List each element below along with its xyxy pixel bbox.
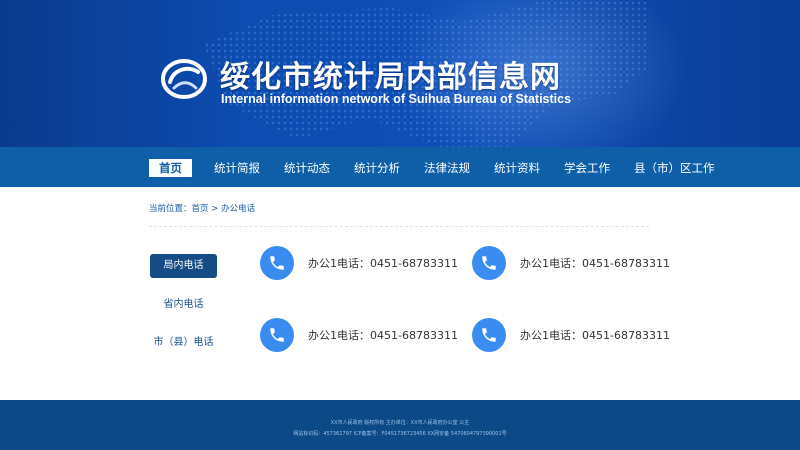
phone-icon: [472, 246, 506, 280]
nav-item-county[interactable]: 县（市）区工作: [634, 159, 715, 177]
breadcrumb: 当前位置：首页 > 办公电话: [149, 202, 255, 214]
breadcrumb-prefix: 当前位置：: [149, 204, 192, 214]
nav-item-analysis[interactable]: 统计分析: [354, 159, 400, 177]
phone-entry: 办公1电话：0451-68783311: [260, 246, 458, 280]
logo-icon: [161, 59, 207, 99]
nav-item-data[interactable]: 统计资料: [494, 159, 540, 177]
footer-registration: 网站标识码：457361797 ICP备案号：F0451736723456 XX…: [293, 431, 507, 437]
phone-label: 办公1电话：0451-68783311: [308, 329, 458, 342]
breadcrumb-home-link[interactable]: 首页: [192, 204, 209, 214]
main-nav: 首页 统计简报 统计动态 统计分析 法律法规 统计资料 学会工作 县（市）区工作: [0, 147, 800, 187]
breadcrumb-divider: [149, 226, 649, 227]
phone-icon: [260, 246, 294, 280]
site-subtitle: Internal information network of Suihua B…: [221, 92, 572, 106]
sidebar-item-province-phone[interactable]: 省内电话: [150, 293, 217, 317]
breadcrumb-current: 办公电话: [221, 204, 256, 214]
nav-item-law[interactable]: 法律法规: [424, 159, 470, 177]
phone-label: 办公1电话：0451-68783311: [308, 257, 458, 270]
phone-label: 办公1电话：0451-68783311: [520, 329, 670, 342]
phone-entry: 办公1电话：0451-68783311: [472, 318, 670, 352]
nav-item-society[interactable]: 学会工作: [564, 159, 610, 177]
header-banner: 绥化市统计局内部信息网 Internal information network…: [0, 0, 800, 147]
nav-item-brief[interactable]: 统计简报: [214, 159, 260, 177]
breadcrumb-separator: >: [208, 204, 222, 214]
phone-icon: [260, 318, 294, 352]
footer: XX市人民政府 版权所有 主办单位：XX市人民政府办公室 公主 网站标识码：45…: [0, 400, 800, 450]
sidebar-item-local-phone[interactable]: 局内电话: [150, 254, 217, 278]
site-title: 绥化市统计局内部信息网: [220, 60, 561, 95]
sidebar-item-city-phone[interactable]: 市（县）电话: [150, 331, 217, 355]
phone-icon: [472, 318, 506, 352]
nav-item-home[interactable]: 首页: [149, 159, 192, 177]
phone-entry: 办公1电话：0451-68783311: [472, 246, 670, 280]
phone-entry: 办公1电话：0451-68783311: [260, 318, 458, 352]
nav-item-news[interactable]: 统计动态: [284, 159, 330, 177]
phone-label: 办公1电话：0451-68783311: [520, 257, 670, 270]
footer-copyright: XX市人民政府 版权所有 主办单位：XX市人民政府办公室 公主: [330, 420, 470, 426]
